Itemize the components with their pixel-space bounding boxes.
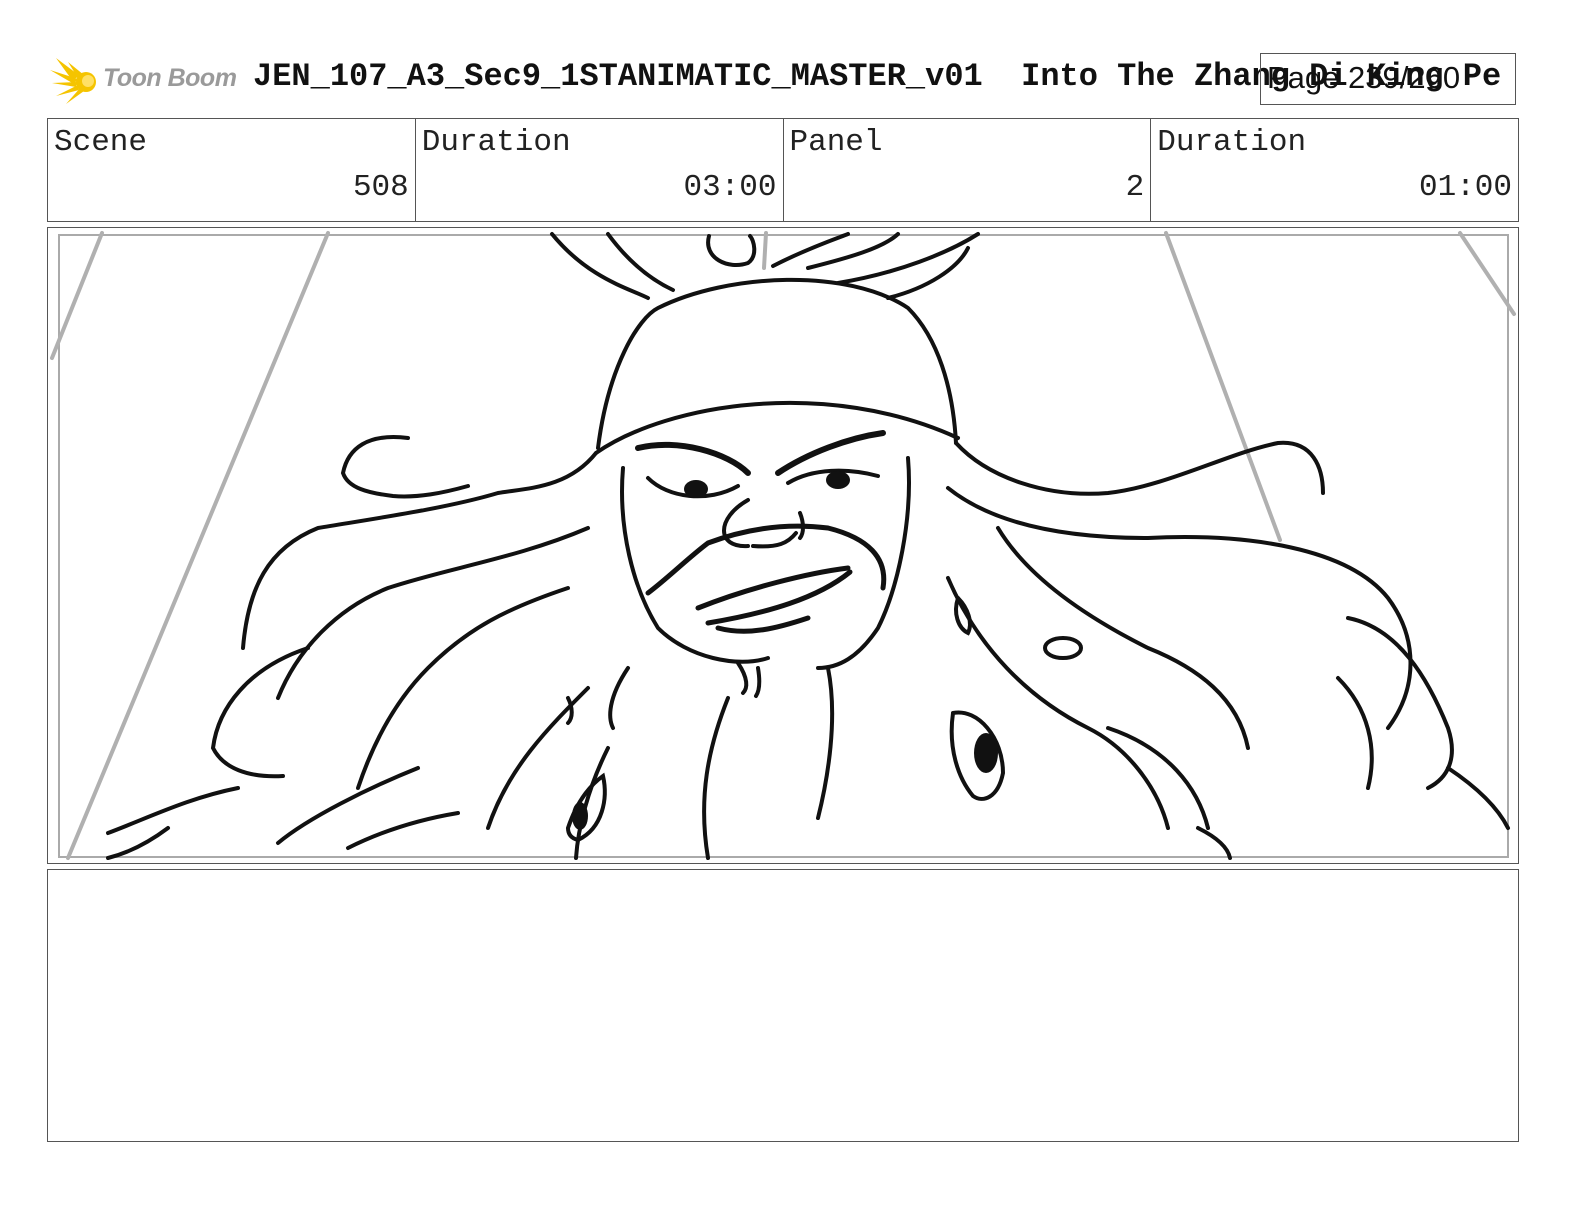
scene-duration-value: 03:00 (683, 170, 777, 205)
storyboard-sketch (50, 231, 1516, 860)
page-header: Toon Boom JEN_107_A3_Sec9_1STANIMATIC_MA… (0, 0, 1584, 110)
notes-panel (47, 869, 1519, 1142)
scene-cell: Scene 508 (48, 119, 416, 221)
panel-duration-value: 01:00 (1418, 170, 1512, 205)
page-number: Page 239/260 (1267, 60, 1461, 95)
scene-value: 508 (352, 170, 409, 205)
panel-label: Panel (789, 125, 883, 160)
panel-duration-label: Duration (1157, 125, 1307, 160)
panel-cell: Panel 2 (784, 119, 1152, 221)
scene-duration-cell: Duration 03:00 (416, 119, 784, 221)
toon-boom-logo: Toon Boom (50, 56, 240, 106)
scene-duration-label: Duration (421, 125, 571, 160)
scene-info-bar: Scene 508 Duration 03:00 Panel 2 Duratio… (47, 118, 1519, 222)
panel-duration-cell: Duration 01:00 (1151, 119, 1518, 221)
logo-wordmark: Toon Boom (103, 64, 237, 92)
scene-label: Scene (54, 125, 148, 160)
panel-value: 2 (1125, 170, 1145, 205)
storyboard-panel (47, 227, 1519, 864)
sunburst-icon (50, 58, 96, 104)
page-counter-box: Page 239/260 (1260, 53, 1516, 105)
